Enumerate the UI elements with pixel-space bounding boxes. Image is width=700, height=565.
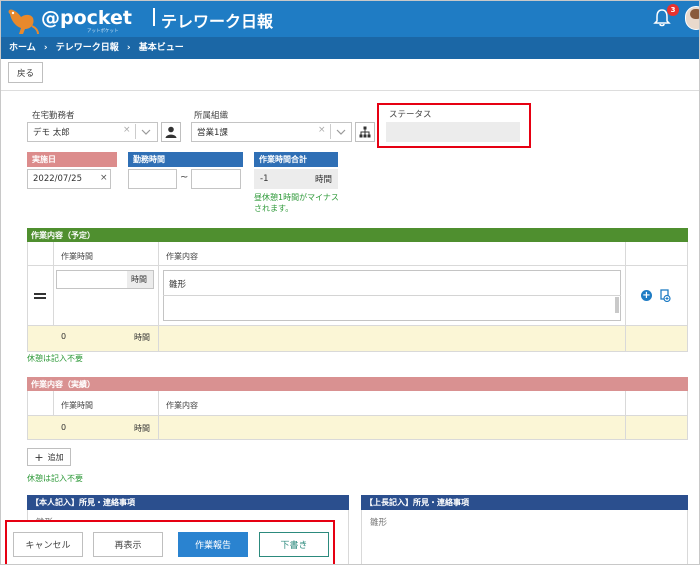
actual-col-time: 作業時間 xyxy=(61,401,93,410)
add-actual-label: 追加 xyxy=(47,452,64,462)
textarea-scrollbar[interactable] xyxy=(615,297,619,313)
breadcrumb: ホーム › テレワーク日報 › 基本ビュー xyxy=(1,37,699,59)
add-row-icon[interactable]: + xyxy=(641,290,652,301)
draft-button[interactable]: 下書き xyxy=(259,532,329,557)
actual-sum-row xyxy=(28,415,687,439)
plan-section-title: 作業内容（予定） xyxy=(27,228,688,242)
back-button[interactable]: 戻る xyxy=(8,62,43,83)
kangaroo-logo-icon xyxy=(8,9,39,35)
total-field: -1 時間 xyxy=(254,169,338,189)
org-clear-icon[interactable]: × xyxy=(318,125,326,135)
total-tag: 作業時間合計 xyxy=(254,152,338,167)
toolbar-divider xyxy=(1,90,699,91)
worktime-start-input[interactable] xyxy=(128,169,177,189)
breadcrumb-separator: › xyxy=(43,43,48,53)
user-picker-button[interactable] xyxy=(161,122,181,142)
date-value: 2022/07/25 xyxy=(33,174,82,184)
drag-handle-icon[interactable] xyxy=(34,293,46,295)
date-input[interactable]: 2022/07/25 xyxy=(27,169,111,189)
select-divider xyxy=(330,124,331,139)
org-select[interactable]: 営業1課 xyxy=(191,122,352,142)
avatar[interactable] xyxy=(685,6,699,30)
select-divider xyxy=(135,124,136,139)
plan-sum-row xyxy=(28,325,687,351)
drag-handle-icon[interactable] xyxy=(34,297,46,299)
textarea-divider xyxy=(163,295,621,296)
date-clear-icon[interactable]: × xyxy=(100,173,108,183)
breadcrumb-current: 基本ビュー xyxy=(138,43,184,53)
total-unit: 時間 xyxy=(314,175,332,185)
worker-value: デモ 太郎 xyxy=(33,128,70,138)
worker-select[interactable]: デモ 太郎 xyxy=(27,122,158,142)
worktime-tag: 勤務時間 xyxy=(128,152,243,167)
actual-section-title: 作業内容（実績） xyxy=(27,377,688,391)
app-header: @pocket アットポケット テレワーク日報 3 xyxy=(1,1,699,37)
title-divider xyxy=(153,8,155,26)
col-divider xyxy=(625,325,626,351)
total-note: 昼休憩1時間がマイナスされます。 xyxy=(254,193,339,213)
boss-comment-area[interactable]: 雛形 xyxy=(361,510,688,564)
org-label: 所属組織 xyxy=(194,111,229,121)
plan-note: 休憩は記入不要 xyxy=(27,354,83,363)
boss-comment-value: 雛形 xyxy=(370,518,388,528)
plan-col-content: 作業内容 xyxy=(166,252,198,261)
breadcrumb-separator: › xyxy=(126,43,131,53)
row-divider xyxy=(27,265,688,266)
actual-col-content: 作業内容 xyxy=(166,401,198,410)
worktime-end-input[interactable] xyxy=(191,169,241,189)
worktime-separator: ~ xyxy=(180,172,189,183)
plan-sum-value: 0 xyxy=(61,332,67,341)
plan-sum-unit: 時間 xyxy=(134,333,150,342)
reload-button[interactable]: 再表示 xyxy=(93,532,163,557)
add-actual-button[interactable]: + 追加 xyxy=(27,448,71,466)
plan-content-value: 雛形 xyxy=(169,280,187,290)
chevron-down-icon[interactable] xyxy=(141,128,151,136)
chevron-down-icon[interactable] xyxy=(336,128,346,136)
self-comment-title: 【本人記入】所見・連絡事項 xyxy=(27,495,349,510)
plus-icon: + xyxy=(34,450,44,464)
logo-subtext: アットポケット xyxy=(87,29,119,34)
total-value: -1 xyxy=(260,174,269,184)
org-value: 営業1課 xyxy=(197,128,228,138)
report-button[interactable]: 作業報告 xyxy=(178,532,248,557)
person-icon xyxy=(165,126,177,138)
status-label: ステータス xyxy=(389,110,432,120)
actual-sum-value: 0 xyxy=(61,423,67,432)
date-tag: 実施日 xyxy=(27,152,117,167)
app-title: テレワーク日報 xyxy=(161,12,274,31)
breadcrumb-telework[interactable]: テレワーク日報 xyxy=(56,43,119,53)
cancel-button[interactable]: キャンセル xyxy=(13,532,83,557)
logo-text: @pocket xyxy=(41,7,133,29)
status-field xyxy=(386,122,520,142)
col-divider xyxy=(625,415,626,439)
plan-time-unit: 時間 xyxy=(131,275,147,284)
boss-comment-title: 【上長記入】所見・連絡事項 xyxy=(361,495,688,510)
notification-badge: 3 xyxy=(667,4,679,16)
worker-clear-icon[interactable]: × xyxy=(123,125,131,135)
org-tree-icon xyxy=(359,126,371,138)
actual-note: 休憩は記入不要 xyxy=(27,474,83,483)
breadcrumb-home[interactable]: ホーム xyxy=(9,43,36,53)
copy-row-icon[interactable] xyxy=(659,289,671,302)
actual-sum-unit: 時間 xyxy=(134,424,150,433)
plan-time-input[interactable]: 時間 xyxy=(56,270,154,289)
col-divider xyxy=(158,415,159,439)
plan-col-time: 作業時間 xyxy=(61,252,93,261)
worker-label: 在宅勤務者 xyxy=(32,111,75,121)
org-picker-button[interactable] xyxy=(355,122,375,142)
col-divider xyxy=(158,325,159,351)
